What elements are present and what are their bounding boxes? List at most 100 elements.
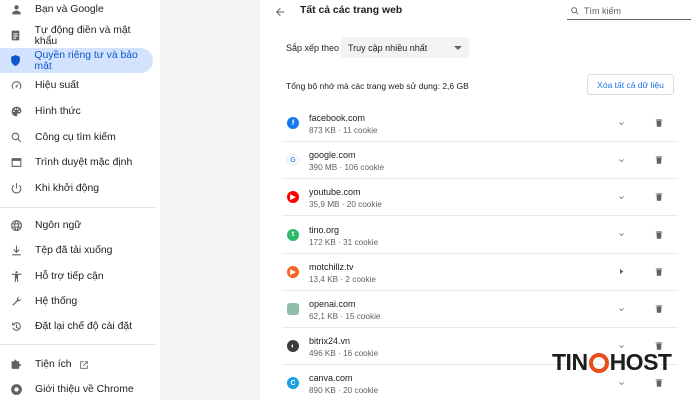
site-favicon	[287, 303, 299, 315]
sidebar-item-system[interactable]: Hệ thống	[0, 289, 153, 314]
chevron-down-icon[interactable]	[614, 376, 628, 390]
site-name: youtube.com	[309, 187, 361, 198]
site-favicon: C	[287, 377, 299, 390]
sidebar-item-label: Tiện ích	[35, 359, 72, 370]
wrench-icon	[9, 295, 23, 309]
chevron-down-icon[interactable]	[614, 190, 628, 204]
delete-icon[interactable]	[652, 265, 666, 279]
site-favicon: ▶	[287, 191, 299, 204]
sort-selected-value: Truy cập nhiều nhất	[348, 42, 428, 53]
site-usage: 172 KB · 31 cookie	[309, 237, 379, 247]
site-row[interactable]: openai.com 62,1 KB · 15 cookie	[282, 291, 678, 328]
reset-icon	[9, 320, 23, 334]
sidebar-item-performance[interactable]: Hiệu suất	[0, 73, 153, 98]
sidebar-item-label: Quyền riêng tư và bảo mật	[34, 49, 138, 72]
chevron-down-icon[interactable]	[614, 116, 628, 130]
sidebar-item-accessibility[interactable]: Hỗ trợ tiếp cận	[0, 264, 153, 289]
clipboard-icon	[9, 29, 23, 43]
sidebar-item-languages[interactable]: Ngôn ngữ	[0, 213, 153, 238]
site-name: facebook.com	[309, 113, 366, 123]
open-in-new-icon	[79, 360, 89, 370]
site-row[interactable]: t tino.org 172 KB · 31 cookie	[282, 217, 678, 254]
puzzle-icon	[9, 358, 23, 372]
sidebar-divider	[0, 207, 155, 208]
site-usage: 62,1 KB · 15 cookie	[309, 312, 381, 321]
site-usage: 35,9 MB · 20 cookie	[309, 200, 382, 210]
sidebar-item-label: Giới thiệu về Chrome	[35, 384, 134, 395]
sidebar-item-default-browser[interactable]: Trình duyệt mặc định	[0, 150, 153, 175]
site-name: google.com	[309, 150, 356, 161]
site-usage: 496 KB · 16 cookie	[309, 349, 379, 359]
site-row[interactable]: f facebook.com 873 KB · 11 cookie	[282, 105, 678, 142]
sidebar-item-autofill[interactable]: Tự động điền và mật khẩu	[0, 23, 153, 48]
site-usage: 890 KB · 20 cookie	[309, 386, 379, 396]
sort-dropdown[interactable]: Truy cập nhiều nhất	[341, 37, 469, 58]
delete-icon[interactable]	[652, 153, 666, 167]
sort-label: Sắp xếp theo	[286, 43, 340, 53]
delete-icon[interactable]	[652, 228, 666, 242]
browser-icon	[9, 156, 23, 170]
site-favicon: G	[287, 154, 299, 167]
site-name: motchillz.tv	[309, 261, 354, 272]
sidebar-item-appearance[interactable]: Hình thức	[0, 99, 153, 124]
sidebar-item-label: Đặt lại chế độ cài đặt	[35, 321, 133, 332]
sidebar-item-extensions[interactable]: Tiện ích	[0, 352, 153, 377]
sidebar-item-search-engine[interactable]: Công cụ tìm kiếm	[0, 125, 153, 150]
site-usage: 390 MB · 106 cookie	[309, 163, 385, 173]
delete-icon[interactable]	[652, 376, 666, 390]
sidebar-item-downloads[interactable]: Tệp đã tải xuống	[0, 238, 153, 263]
tinohost-logo: TIN HOST	[552, 348, 672, 375]
chevron-down-icon[interactable]	[614, 153, 628, 167]
sidebar-item-about-chrome[interactable]: Giới thiệu về Chrome	[0, 377, 153, 400]
sidebar-item-on-startup[interactable]: Khi khởi động	[0, 176, 153, 201]
site-favicon: ◐	[287, 340, 299, 353]
search-input[interactable]	[584, 6, 684, 16]
accessibility-icon	[9, 270, 23, 284]
delete-icon[interactable]	[652, 190, 666, 204]
chrome-icon	[9, 383, 23, 397]
delete-icon[interactable]	[652, 302, 666, 316]
chevron-right-icon[interactable]	[614, 265, 628, 279]
settings-main: Tất cả các trang web Sắp xếp theo Truy c…	[160, 0, 700, 400]
search-icon	[571, 7, 579, 15]
globe-icon	[9, 219, 23, 233]
chevron-down-icon[interactable]	[614, 228, 628, 242]
search-icon	[9, 131, 23, 145]
shield-icon	[9, 54, 22, 68]
site-name: tino.org	[309, 224, 340, 235]
back-button[interactable]	[272, 4, 288, 20]
power-icon	[9, 182, 23, 196]
site-favicon: f	[287, 117, 299, 129]
site-name: openai.com	[309, 299, 356, 309]
sidebar-item-you-and-google[interactable]: Bạn và Google	[0, 0, 153, 22]
sidebar-item-reset-settings[interactable]: Đặt lại chế độ cài đặt	[0, 314, 153, 339]
site-name: bitrix24.vn	[309, 336, 351, 347]
sidebar-item-label: Tự động điền và mật khẩu	[34, 24, 131, 47]
sidebar-item-label: Hỗ trợ tiếp cận	[35, 271, 104, 282]
sidebar-item-label: Bạn và Google	[35, 4, 104, 15]
sidebar-item-privacy-security[interactable]: Quyền riêng tư và bảo mật	[0, 48, 153, 73]
delete-icon[interactable]	[652, 116, 666, 130]
download-icon	[9, 244, 23, 258]
search-field[interactable]	[567, 3, 691, 20]
sidebar-item-label: Tệp đã tải xuống	[35, 245, 113, 256]
page-title: Tất cả các trang web	[300, 5, 403, 16]
sidebar-divider	[0, 344, 155, 345]
site-name: canva.com	[309, 373, 353, 384]
site-row[interactable]: ▶ motchillz.tv 13,4 KB · 2 cookie	[282, 254, 678, 291]
chevron-down-icon[interactable]	[614, 302, 628, 316]
site-row[interactable]: ▶ youtube.com 35,9 MB · 20 cookie	[282, 179, 678, 217]
arrow-back-icon	[276, 8, 284, 16]
sidebar-item-label: Ngôn ngữ	[35, 220, 82, 231]
site-usage: 873 KB · 11 cookie	[309, 126, 378, 135]
site-row[interactable]: Ggoogle.com 390 MB · 106 cookie	[282, 142, 678, 180]
sidebar-item-label: Hệ thống	[35, 296, 78, 307]
logo-ring	[588, 353, 609, 373]
caret-down-icon	[454, 45, 462, 50]
sidebar-item-label: Hiệu suất	[35, 80, 79, 91]
clear-all-data-button[interactable]: Xóa tất cả dữ liệu	[587, 74, 674, 95]
total-storage-text: Tổng bộ nhớ mà các trang web sử dụng: 2,…	[286, 81, 469, 91]
site-favicon: t	[287, 228, 299, 241]
settings-sidebar: Bạn và Google Tự động điền và mật khẩu Q…	[0, 0, 160, 400]
sidebar-item-label: Hình thức	[35, 106, 81, 117]
